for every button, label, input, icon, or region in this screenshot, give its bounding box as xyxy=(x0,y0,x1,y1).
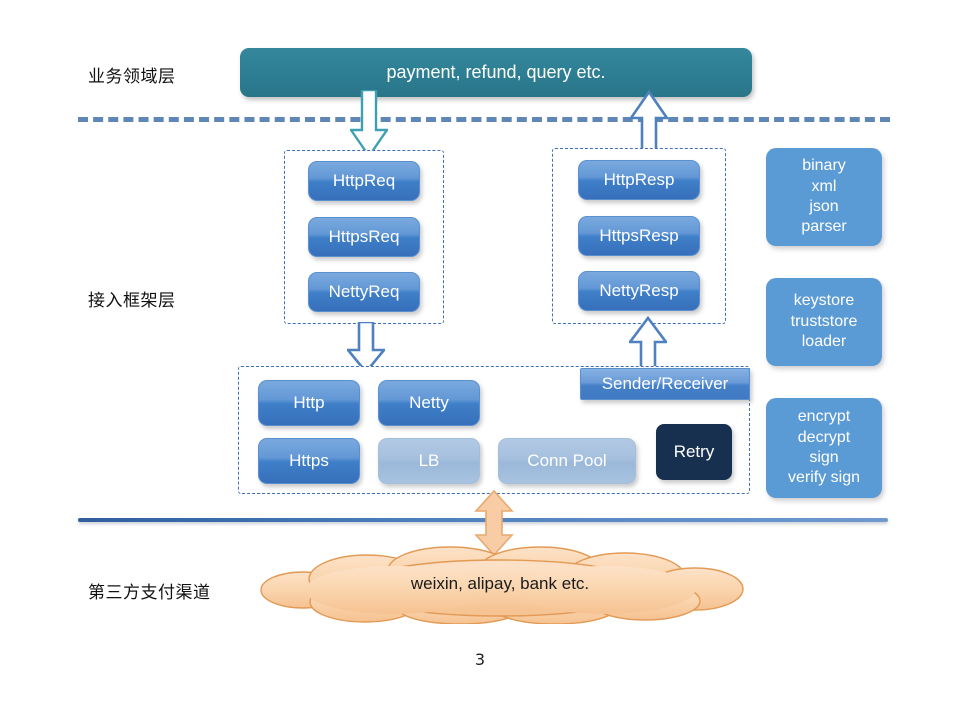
sidebar-box-parser-line-1: binary xyxy=(802,157,846,175)
chip-nettyresp[interactable]: NettyResp xyxy=(578,271,700,311)
sidebar-box-crypto-line-2: decrypt xyxy=(797,428,851,446)
slide-canvas: 业务领域层 接入框架层 第三方支付渠道 payment, refund, que… xyxy=(0,0,960,720)
chip-https-label: Https xyxy=(289,451,329,471)
sidebar-box-crypto-line-1: encrypt xyxy=(797,408,851,426)
chip-https[interactable]: Https xyxy=(258,438,360,484)
sidebar-box-parser[interactable]: binary xml json parser xyxy=(766,148,882,246)
chip-netty-label: Netty xyxy=(409,393,449,413)
sidebar-box-keystore[interactable]: keystore truststore loader xyxy=(766,278,882,366)
chip-nettyreq[interactable]: NettyReq xyxy=(308,272,420,312)
sidebar-box-keystore-line-2: truststore xyxy=(790,312,858,330)
chip-retry-label: Retry xyxy=(673,442,715,462)
business-domain-bar[interactable]: payment, refund, query etc. xyxy=(240,48,752,97)
chip-http-label: Http xyxy=(293,393,325,413)
chip-sender-receiver-label: Sender/Receiver xyxy=(601,374,729,394)
business-domain-bar-label: payment, refund, query etc. xyxy=(386,62,606,82)
chip-lb-label: LB xyxy=(418,451,440,471)
chip-httpresp-label: HttpResp xyxy=(603,170,675,190)
chip-httpsreq-label: HttpsReq xyxy=(328,227,400,247)
chip-retry[interactable]: Retry xyxy=(656,424,732,480)
chip-netty[interactable]: Netty xyxy=(378,380,480,426)
chip-httpsreq[interactable]: HttpsReq xyxy=(308,217,420,257)
chip-nettyresp-label: NettyResp xyxy=(599,281,679,301)
layer-divider-dashed xyxy=(78,117,890,122)
layer-label-thirdparty: 第三方支付渠道 xyxy=(88,583,211,603)
chip-sender-receiver[interactable]: Sender/Receiver xyxy=(580,368,750,400)
chip-httpsresp-label: HttpsResp xyxy=(599,226,679,246)
sidebar-box-keystore-line-1: keystore xyxy=(793,292,855,310)
sidebar-box-keystore-line-3: loader xyxy=(801,333,847,351)
layer-label-business: 业务领域层 xyxy=(88,67,176,87)
sidebar-box-crypto[interactable]: encrypt decrypt sign verify sign xyxy=(766,398,882,498)
arrow-down-request xyxy=(350,90,388,158)
cloud-label: weixin, alipay, bank etc. xyxy=(410,574,590,593)
sidebar-box-crypto-line-4: verify sign xyxy=(787,469,861,487)
page-number: 3 xyxy=(474,650,486,669)
chip-conn-pool[interactable]: Conn Pool xyxy=(498,438,636,484)
layer-label-framework: 接入框架层 xyxy=(88,291,176,311)
sidebar-box-parser-line-3: json xyxy=(809,198,839,215)
chip-lb[interactable]: LB xyxy=(378,438,480,484)
chip-httpsresp[interactable]: HttpsResp xyxy=(578,216,700,256)
chip-httpresp[interactable]: HttpResp xyxy=(578,160,700,200)
sidebar-box-parser-line-2: xml xyxy=(811,177,837,195)
chip-http[interactable]: Http xyxy=(258,380,360,426)
chip-httpreq-label: HttpReq xyxy=(332,171,396,191)
chip-conn-pool-label: Conn Pool xyxy=(527,451,607,471)
sidebar-box-crypto-line-3: sign xyxy=(809,449,839,466)
chip-httpreq[interactable]: HttpReq xyxy=(308,161,420,201)
sidebar-box-parser-line-4: parser xyxy=(801,218,847,236)
chip-nettyreq-label: NettyReq xyxy=(328,282,400,302)
